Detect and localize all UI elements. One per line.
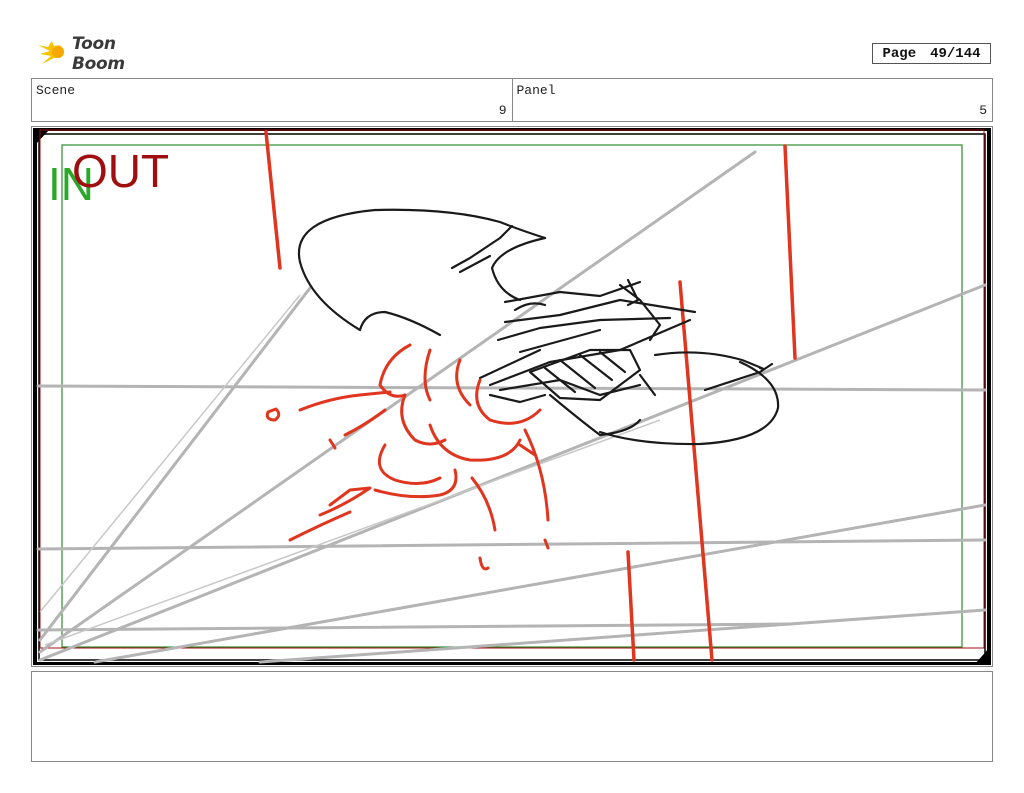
- toon-boom-burst-icon: [37, 41, 64, 64]
- page-value: 49/144: [930, 45, 981, 62]
- scene-cell: Scene 9: [32, 79, 512, 121]
- logo-text: Toon Boom: [71, 34, 125, 74]
- ship-sketch: [297, 208, 780, 446]
- page-indicator: Page 49/144: [872, 43, 991, 64]
- scene-label: Scene: [36, 83, 76, 98]
- storyboard-drawing: IN OUT: [33, 128, 991, 665]
- perspective-guides-thin: [39, 294, 661, 646]
- perspective-guides: [36, 150, 987, 664]
- camera-frame-border: [33, 128, 991, 665]
- out-label: OUT: [72, 145, 169, 197]
- notes-area[interactable]: [31, 671, 993, 762]
- toon-boom-logo: Toon Boom: [34, 34, 174, 74]
- camera-frame-inner: [38, 133, 986, 661]
- scene-value: 9: [498, 103, 507, 118]
- panel-cell: Panel 5: [511, 79, 993, 121]
- scene-panel-info: Scene 9 Panel 5: [31, 78, 993, 122]
- panel-label: Panel: [516, 83, 556, 98]
- page-label: Page: [882, 45, 917, 62]
- panel-value: 5: [979, 103, 987, 118]
- in-frame-rect: [61, 144, 963, 648]
- frame-corner-tl: [35, 129, 50, 145]
- frame-corner-br: [975, 648, 989, 664]
